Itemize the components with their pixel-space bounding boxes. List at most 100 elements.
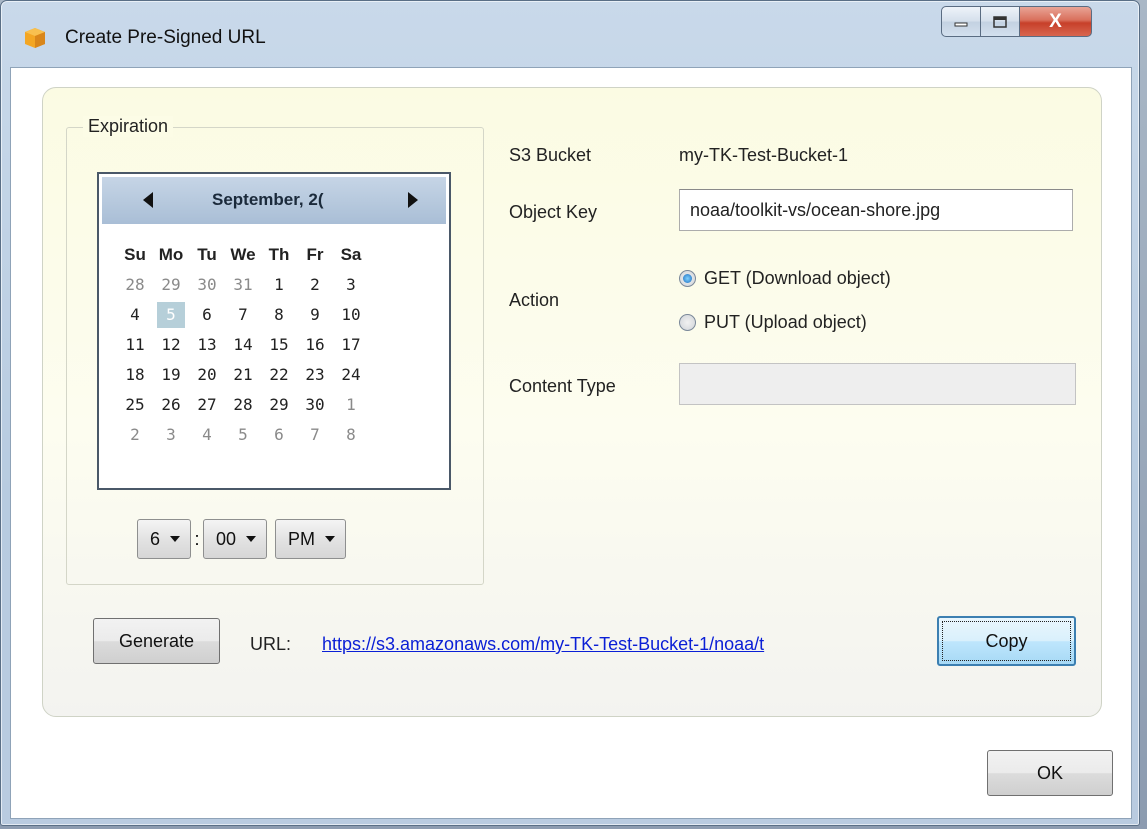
- calendar-day[interactable]: 7: [297, 420, 333, 450]
- content-type-input[interactable]: [679, 363, 1076, 405]
- calendar-header: September, 2(: [102, 177, 446, 224]
- put-radio-option[interactable]: PUT (Upload object): [679, 312, 867, 333]
- calendar-day[interactable]: 30: [297, 390, 333, 420]
- copy-button-label: Copy: [985, 630, 1028, 651]
- calendar-day[interactable]: 15: [261, 330, 297, 360]
- maximize-icon: [993, 15, 1007, 28]
- calendar-day[interactable]: 6: [261, 420, 297, 450]
- calendar-day[interactable]: 5: [225, 420, 261, 450]
- expiration-label: Expiration: [83, 116, 174, 137]
- s3-bucket-label: S3 Bucket: [509, 145, 592, 165]
- title-bar[interactable]: Create Pre-Signed URL X: [1, 1, 1139, 67]
- weekday-header: Mo: [158, 245, 184, 264]
- calendar-day[interactable]: 3: [333, 270, 369, 300]
- generate-button[interactable]: Generate: [93, 618, 220, 664]
- calendar-day[interactable]: 9: [297, 300, 333, 330]
- window-title: Create Pre-Signed URL: [65, 27, 266, 48]
- next-month-icon[interactable]: [408, 192, 418, 208]
- calendar-day[interactable]: 10: [333, 300, 369, 330]
- weekday-header: We: [230, 245, 256, 264]
- chevron-down-icon: [246, 536, 257, 542]
- weekday-header: Sa: [340, 245, 362, 264]
- s3-bucket-value: my-TK-Test-Bucket-1: [679, 145, 849, 165]
- ampm-dropdown[interactable]: PM: [275, 519, 347, 559]
- url-label: URL:: [250, 634, 292, 654]
- content-panel: Expiration September, 2( Su Mo Tu We Th Fr Sa 2…: [42, 87, 1102, 717]
- hour-value: 6: [150, 528, 161, 549]
- object-key-label: Object Key: [509, 202, 598, 222]
- maximize-button[interactable]: [981, 6, 1020, 37]
- radio-selected-icon[interactable]: [679, 270, 696, 287]
- chevron-down-icon: [170, 536, 181, 542]
- action-label: Action: [509, 290, 560, 310]
- calendar-day[interactable]: 22: [261, 360, 297, 390]
- calendar-day[interactable]: 19: [153, 360, 189, 390]
- calendar-day[interactable]: 13: [189, 330, 225, 360]
- calendar-day[interactable]: 1: [333, 390, 369, 420]
- calendar-day[interactable]: 18: [117, 360, 153, 390]
- calendar-day[interactable]: 24: [333, 360, 369, 390]
- time-separator: :: [194, 528, 200, 549]
- calendar-day[interactable]: 2: [297, 270, 333, 300]
- calendar-day[interactable]: 25: [117, 390, 153, 420]
- calendar-day[interactable]: 14: [225, 330, 261, 360]
- calendar-day[interactable]: 17: [333, 330, 369, 360]
- minimize-icon: [954, 22, 968, 26]
- presigned-url-link[interactable]: https://s3.amazonaws.com/my-TK-Test-Buck…: [322, 634, 914, 655]
- calendar-day[interactable]: 12: [153, 330, 189, 360]
- content-type-label: Content Type: [509, 376, 616, 396]
- expiration-group: Expiration September, 2( Su Mo Tu We Th Fr Sa 2…: [66, 116, 484, 585]
- calendar-day[interactable]: 2: [117, 420, 153, 450]
- calendar-day[interactable]: 1: [261, 270, 297, 300]
- calendar-day[interactable]: 6: [189, 300, 225, 330]
- copy-button[interactable]: Copy: [937, 616, 1076, 666]
- hour-dropdown[interactable]: 6: [137, 519, 192, 559]
- weekday-header: Fr: [306, 245, 324, 264]
- calendar[interactable]: September, 2( Su Mo Tu We Th Fr Sa 28 29 30 31 1 2 3 4…: [97, 172, 451, 490]
- calendar-day[interactable]: 21: [225, 360, 261, 390]
- calendar-day[interactable]: 26: [153, 390, 189, 420]
- calendar-day[interactable]: 4: [117, 300, 153, 330]
- calendar-day-selected[interactable]: 5: [157, 302, 185, 328]
- get-radio-option[interactable]: GET (Download object): [679, 268, 891, 289]
- calendar-day[interactable]: 28: [117, 270, 153, 300]
- calendar-grid: Su Mo Tu We Th Fr Sa 28 29 30 31 1 2 3 4 5 6 7 8 9 10 11 12 13 1…: [117, 240, 369, 450]
- calendar-day[interactable]: 16: [297, 330, 333, 360]
- ampm-value: PM: [288, 528, 316, 549]
- calendar-day[interactable]: 31: [225, 270, 261, 300]
- weekday-header: Su: [124, 245, 146, 264]
- dialog-client-area: Expiration September, 2( Su Mo Tu We Th Fr Sa 2…: [10, 67, 1132, 819]
- calendar-day[interactable]: 3: [153, 420, 189, 450]
- calendar-day[interactable]: 23: [297, 360, 333, 390]
- generate-button-label: Generate: [118, 630, 195, 651]
- put-option-label: PUT (Upload object): [704, 312, 867, 332]
- calendar-day[interactable]: 11: [117, 330, 153, 360]
- time-picker: 6 : 00 PM: [137, 519, 347, 559]
- calendar-day[interactable]: 27: [189, 390, 225, 420]
- object-key-input[interactable]: noaa/toolkit-vs/ocean-shore.jpg: [679, 189, 1073, 231]
- weekday-header: Tu: [197, 245, 217, 264]
- minimize-button[interactable]: [941, 6, 981, 37]
- calendar-day[interactable]: 7: [225, 300, 261, 330]
- calendar-day[interactable]: 8: [333, 420, 369, 450]
- close-icon: X: [1049, 10, 1062, 32]
- calendar-day[interactable]: 30: [189, 270, 225, 300]
- calendar-day[interactable]: 29: [261, 390, 297, 420]
- calendar-day[interactable]: 20: [189, 360, 225, 390]
- minute-value: 00: [216, 528, 237, 549]
- minute-dropdown[interactable]: 00: [203, 519, 268, 559]
- ok-button-label: OK: [1036, 762, 1063, 783]
- close-button[interactable]: X: [1020, 6, 1092, 37]
- radio-unselected-icon[interactable]: [679, 314, 696, 331]
- aws-cube-icon: [25, 28, 45, 48]
- ok-button[interactable]: OK: [987, 750, 1113, 796]
- calendar-month-title[interactable]: September, 2(: [212, 190, 342, 210]
- calendar-day[interactable]: 4: [189, 420, 225, 450]
- weekday-header: Th: [268, 245, 290, 264]
- dialog-window: Create Pre-Signed URL X Expiration Septe…: [0, 0, 1140, 826]
- calendar-day[interactable]: 28: [225, 390, 261, 420]
- previous-month-icon[interactable]: [143, 192, 153, 208]
- calendar-day[interactable]: 29: [153, 270, 189, 300]
- calendar-day[interactable]: 8: [261, 300, 297, 330]
- get-option-label: GET (Download object): [704, 268, 891, 288]
